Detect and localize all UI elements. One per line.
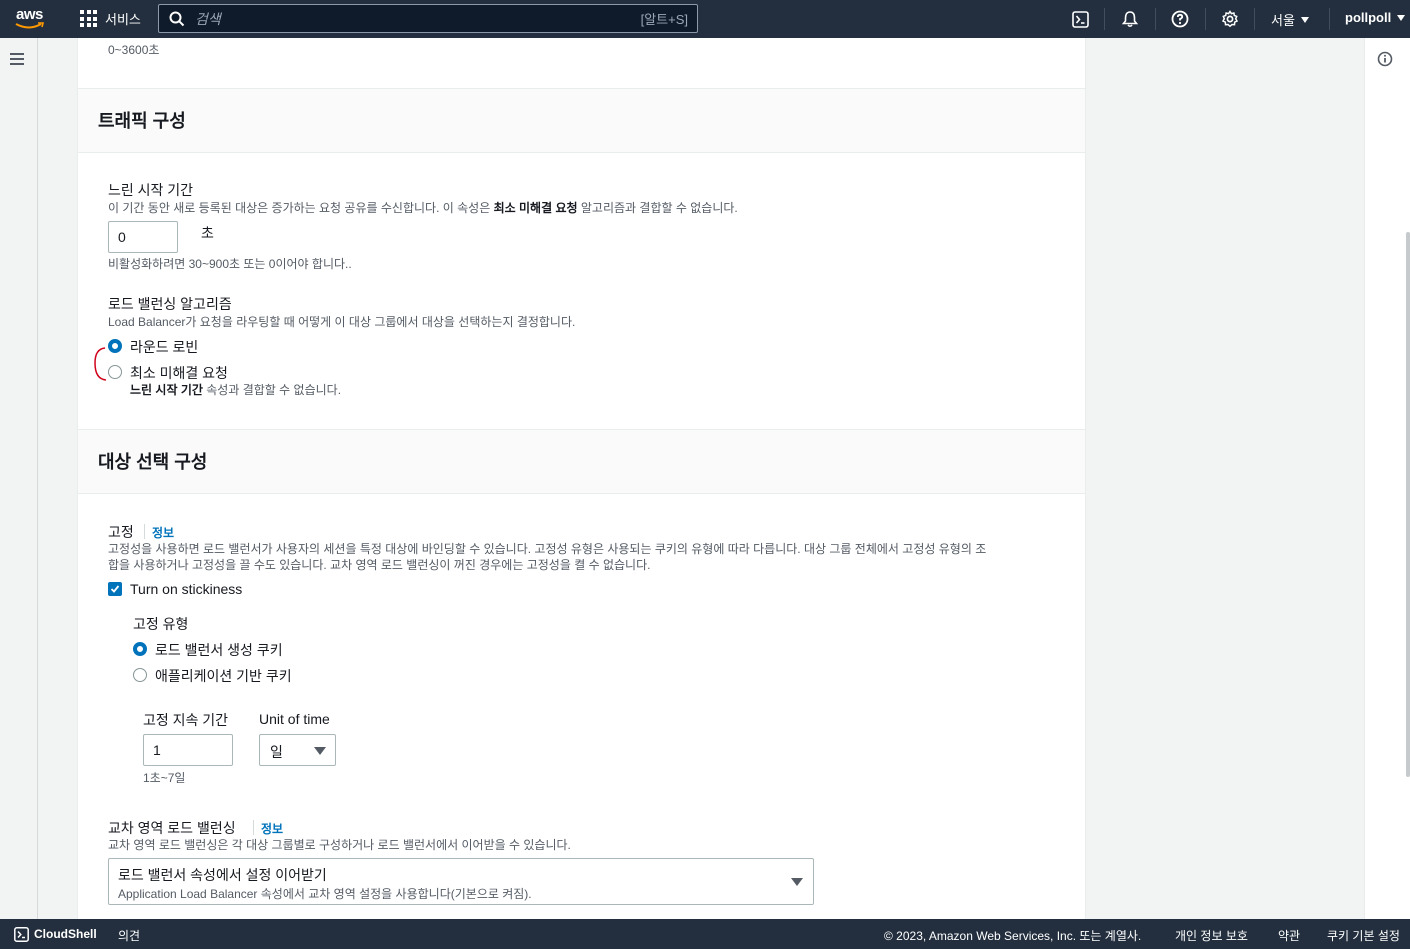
caret-down-icon	[1397, 14, 1406, 21]
stickiness-checkbox-label[interactable]: Turn on stickiness	[130, 581, 242, 597]
lb-cookie-label[interactable]: 로드 밸런서 생성 쿠키	[155, 640, 283, 660]
round-robin-label[interactable]: 라운드 로빈	[130, 337, 198, 357]
nav-divider	[1205, 8, 1206, 30]
stickiness-duration-label: 고정 지속 기간	[143, 712, 229, 728]
slow-start-hint: 비활성화하려면 30~900초 또는 0이어야 합니다..	[108, 257, 352, 271]
form-container: 0~3600초 트래픽 구성 느린 시작 기간 이 기간 동안 새로 등록된 대…	[77, 38, 1086, 919]
stickiness-duration-hint: 1초~7일	[143, 771, 186, 785]
aws-logo-text: aws	[16, 6, 43, 23]
section-title: 트래픽 구성	[98, 111, 186, 131]
round-robin-radio[interactable]	[108, 339, 122, 353]
notifications-bell-icon[interactable]	[1120, 9, 1140, 29]
caret-down-icon	[1300, 16, 1309, 23]
terms-link[interactable]: 약관	[1278, 927, 1300, 944]
cloudshell-icon[interactable]	[14, 927, 29, 942]
cloudshell-link[interactable]: CloudShell	[34, 927, 97, 941]
cookie-preferences-link[interactable]: 쿠키 기본 설정	[1327, 927, 1400, 944]
lb-algorithm-description: Load Balancer가 요청을 라우팅할 때 어떻게 이 대상 그룹에서 …	[108, 315, 576, 329]
cross-zone-select-value: 로드 밸런서 속성에서 설정 이어받기	[118, 867, 327, 883]
help-icon[interactable]	[1170, 9, 1190, 29]
stickiness-duration-input[interactable]	[143, 734, 233, 766]
region-selector[interactable]: 서울	[1271, 10, 1309, 29]
info-divider	[144, 524, 145, 539]
nav-divider	[1155, 8, 1156, 30]
aws-logo[interactable]: aws	[14, 6, 48, 32]
cross-zone-label: 교차 영역 로드 밸런싱	[108, 820, 236, 836]
timeout-hint: 0~3600초	[108, 43, 160, 57]
side-navigation-rail	[0, 38, 38, 919]
stickiness-type-label: 고정 유형	[133, 616, 189, 632]
lb-cookie-radio[interactable]	[133, 642, 147, 656]
unit-of-time-label: Unit of time	[259, 711, 330, 727]
privacy-link[interactable]: 개인 정보 보호	[1175, 927, 1248, 944]
unit-of-time-value: 일	[270, 744, 283, 760]
slow-start-input[interactable]	[108, 221, 178, 253]
nav-divider	[1254, 8, 1255, 30]
copyright-text: © 2023, Amazon Web Services, Inc. 또는 계열사…	[884, 929, 1142, 943]
checkmark-icon	[110, 585, 120, 593]
cross-zone-select[interactable]: 로드 밸런서 속성에서 설정 이어받기 Application Load Bal…	[108, 858, 814, 905]
settings-gear-icon[interactable]	[1220, 9, 1240, 29]
search-input[interactable]	[195, 10, 641, 27]
nav-divider	[1104, 8, 1105, 30]
traffic-config-header: 트래픽 구성	[78, 88, 1085, 153]
services-label: 서비스	[105, 12, 141, 27]
cross-zone-select-description: Application Load Balancer 속성에서 교차 영역 설정을…	[118, 887, 532, 901]
page-scrollbar[interactable]	[1406, 232, 1410, 777]
cross-zone-info-link[interactable]: 정보	[261, 820, 283, 837]
stickiness-checkbox[interactable]	[108, 582, 122, 596]
lb-algorithm-label: 로드 밸런싱 알고리즘	[108, 296, 232, 312]
unit-of-time-select[interactable]: 일	[259, 734, 336, 766]
stickiness-description-line1: 고정성을 사용하면 로드 밸런서가 사용자의 세션을 특정 대상에 바인딩할 수…	[108, 542, 987, 556]
stickiness-info-link[interactable]: 정보	[152, 524, 174, 541]
least-outstanding-description: 느린 시작 기간 속성과 결합할 수 없습니다.	[130, 383, 342, 397]
caret-down-icon	[791, 878, 803, 886]
least-outstanding-radio[interactable]	[108, 365, 122, 379]
feedback-link[interactable]: 의견	[118, 927, 140, 944]
slow-start-description: 이 기간 동안 새로 등록된 대상은 증가하는 요청 공유를 수신합니다. 이 …	[108, 201, 738, 215]
stickiness-description-line2: 합을 사용하거나 고정성을 끌 수도 있습니다. 교차 영역 로드 밸런싱이 꺼…	[108, 558, 651, 572]
info-panel-icon[interactable]	[1377, 51, 1393, 67]
info-divider	[253, 820, 254, 835]
stickiness-label: 고정	[108, 524, 134, 540]
footer-bar: CloudShell 의견 © 2023, Amazon Web Service…	[0, 919, 1410, 949]
cross-zone-description: 교차 영역 로드 밸런싱은 각 대상 그룹별로 구성하거나 로드 밸런서에서 이…	[108, 838, 571, 852]
red-annotation-bracket	[94, 347, 107, 381]
services-menu-button[interactable]: 서비스	[80, 9, 141, 28]
cloudshell-icon[interactable]	[1070, 9, 1090, 29]
grid-icon	[80, 10, 97, 27]
nav-divider	[1329, 8, 1330, 30]
app-cookie-label[interactable]: 애플리케이션 기반 쿠키	[155, 666, 292, 686]
aws-smile-icon	[15, 22, 45, 29]
slow-start-label: 느린 시작 기간	[108, 182, 194, 198]
target-selection-header: 대상 선택 구성	[78, 429, 1085, 494]
region-label: 서울	[1271, 13, 1295, 28]
menu-hamburger-icon[interactable]	[10, 53, 24, 68]
search-bar[interactable]: [알트+S]	[158, 4, 698, 33]
search-icon	[169, 11, 185, 26]
app-cookie-radio[interactable]	[133, 668, 147, 682]
account-menu[interactable]: pollpoll	[1345, 10, 1406, 25]
search-shortcut-hint: [알트+S]	[640, 12, 688, 27]
least-outstanding-label[interactable]: 최소 미해결 요청	[130, 363, 228, 383]
top-navigation: aws 서비스 [알트+S] 서울 pollpol	[0, 0, 1410, 38]
caret-down-icon	[314, 747, 326, 755]
slow-start-unit: 초	[201, 225, 214, 241]
section-title: 대상 선택 구성	[98, 452, 208, 472]
account-name: pollpoll	[1345, 10, 1392, 25]
help-panel-rail	[1364, 38, 1410, 919]
